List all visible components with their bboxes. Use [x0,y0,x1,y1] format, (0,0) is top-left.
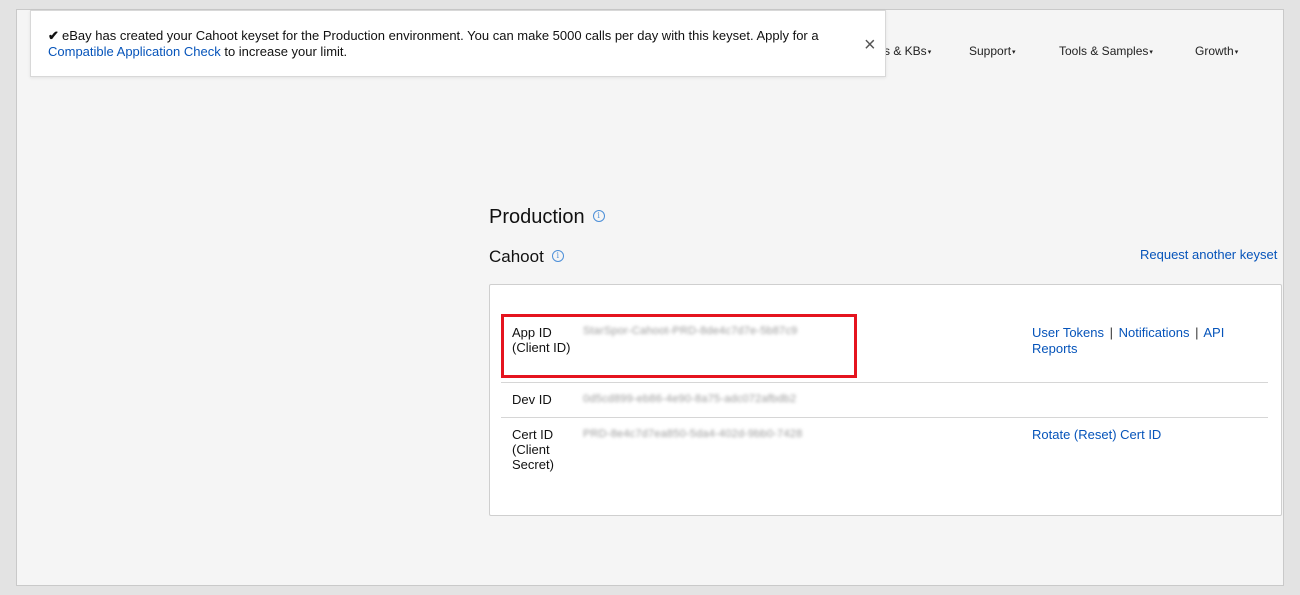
rotate-cert-id-link[interactable]: Rotate (Reset) Cert ID [1032,427,1161,442]
nav-item-tools-samples[interactable]: Tools & Samples▾ [1059,44,1153,58]
app-id-actions: User Tokens | Notifications | API Report… [1032,325,1225,356]
keyset-created-toast: ✔ eBay has created your Cahoot keyset for… [30,10,886,77]
chevron-down-icon: ▾ [927,48,932,56]
notifications-link[interactable]: Notifications [1119,325,1190,340]
cert-id-value: PRD-8e4c7d7ea850-5da4-402d-9bb0-7428 [583,428,803,440]
info-icon[interactable]: i [592,209,605,222]
row-divider [501,382,1268,383]
chevron-down-icon: ▾ [1234,48,1239,56]
cert-id-actions: Rotate (Reset) Cert ID [1032,427,1247,443]
nav-item-growth[interactable]: Growth▾ [1195,44,1238,58]
nav-item-docs-kbs[interactable]: s & KBs▾ [884,44,931,58]
checkmark-icon: ✔ [48,28,59,43]
info-icon[interactable]: i [551,249,564,262]
compatible-application-check-link[interactable]: Compatible Application Check [48,44,221,59]
request-another-keyset-link[interactable]: Request another keyset [1140,247,1277,262]
chevron-down-icon: ▾ [1149,48,1153,56]
dev-id-label: Dev ID [512,392,552,407]
row-divider [501,417,1268,418]
user-tokens-link[interactable]: User Tokens [1032,325,1104,340]
keyset-name-heading: Cahoot i [489,247,564,267]
chevron-down-icon: ▾ [1012,48,1016,56]
nav-item-support[interactable]: Support▾ [969,44,1016,58]
close-icon[interactable]: × [864,35,876,55]
environment-heading: Production i [489,206,605,229]
cert-id-label: Cert ID (Client Secret) [512,427,554,472]
app-id-highlight-box [501,314,857,378]
dev-id-value: 0d5cd899-eb86-4e90-8a75-adc072afbdb2 [583,393,797,405]
toast-message: ✔ eBay has created your Cahoot keyset for… [48,28,819,59]
